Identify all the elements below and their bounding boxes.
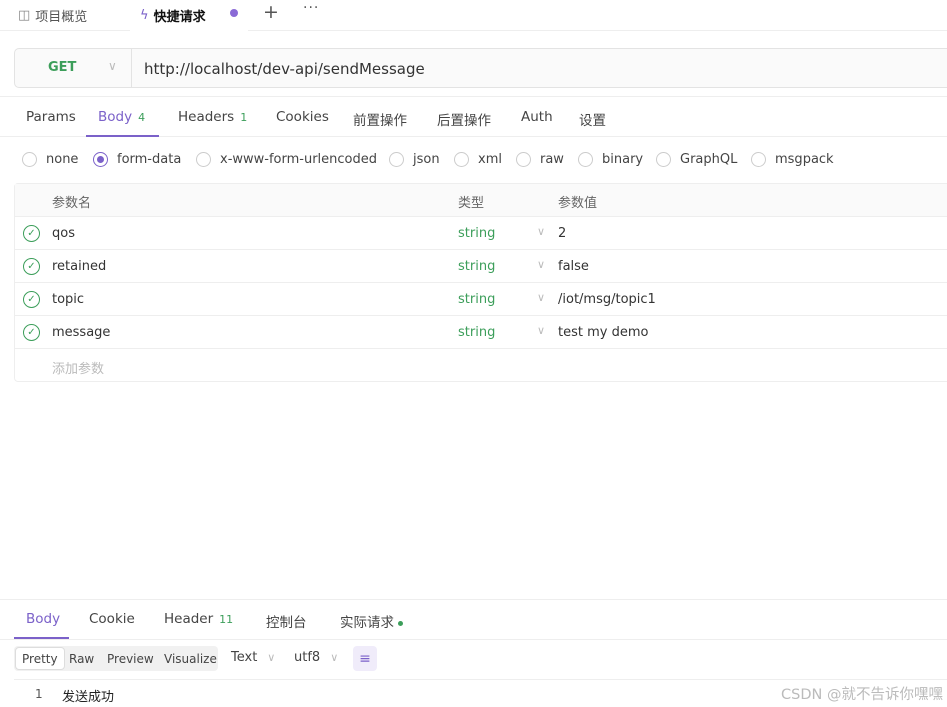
response-tab-actual-request[interactable]: 实际请求: [340, 611, 403, 631]
check-icon[interactable]: ✓: [23, 324, 40, 341]
method-label: GET: [48, 60, 77, 75]
tab-label: 项目概览: [35, 10, 88, 25]
tab-auth[interactable]: Auth: [521, 109, 553, 125]
chevron-down-icon[interactable]: ∨: [537, 225, 545, 238]
status-dot-icon: [398, 620, 403, 626]
radio-urlencoded[interactable]: x-www-form-urlencoded: [196, 152, 377, 167]
view-visualize[interactable]: Visualize: [158, 647, 223, 670]
count-badge: 11: [219, 613, 234, 626]
param-value[interactable]: /iot/msg/topic1: [558, 292, 656, 307]
tab-project-overview[interactable]: ◫ 项目概览: [18, 0, 87, 31]
chevron-down-icon: ∨: [267, 651, 276, 664]
line-number: 1: [35, 687, 43, 701]
unsaved-dot-icon: [230, 9, 238, 17]
check-icon[interactable]: ✓: [23, 258, 40, 275]
chevron-down-icon: ∨: [108, 59, 117, 73]
view-preview[interactable]: Preview: [101, 647, 160, 670]
response-tab-cookie[interactable]: Cookie: [89, 611, 135, 627]
tab-settings[interactable]: 设置: [579, 109, 606, 129]
check-icon[interactable]: ✓: [23, 291, 40, 308]
view-pretty[interactable]: Pretty: [15, 647, 65, 670]
code-text: 发送成功: [62, 690, 115, 705]
radio-json[interactable]: json: [389, 152, 440, 167]
table-row: ✓ qos string ∨ 2: [15, 217, 947, 250]
param-name[interactable]: topic: [52, 292, 84, 307]
view-mode-segmented: Pretty Raw Preview Visualize: [14, 646, 218, 671]
tab-cookies[interactable]: Cookies: [276, 109, 329, 125]
request-tabs: Params Body 4 Headers 1 Cookies 前置操作 后置操作 …: [0, 96, 947, 137]
add-tab-icon[interactable]: +: [263, 1, 279, 23]
word-wrap-icon[interactable]: ≡: [353, 646, 377, 671]
params-table: 参数名 类型 参数值 ✓ qos string ∨ 2 ✓ retained s…: [14, 183, 947, 382]
chevron-down-icon[interactable]: ∨: [537, 291, 545, 304]
encoding-select[interactable]: utf8 ∨: [294, 650, 338, 665]
overview-icon: ◫: [18, 8, 31, 23]
tab-body[interactable]: Body 4: [98, 109, 145, 125]
tab-quick-request[interactable]: ϟ 快捷请求: [130, 0, 248, 31]
check-icon[interactable]: ✓: [23, 225, 40, 242]
count-badge: 1: [240, 111, 248, 124]
radio-xml[interactable]: xml: [454, 152, 502, 167]
table-row: ✓ topic string ∨ /iot/msg/topic1: [15, 283, 947, 316]
response-tab-header[interactable]: Header 11: [164, 611, 233, 627]
param-value[interactable]: false: [558, 259, 589, 274]
param-type[interactable]: string: [458, 292, 495, 307]
radio-binary[interactable]: binary: [578, 152, 643, 167]
param-value[interactable]: 2: [558, 226, 566, 241]
radio-raw[interactable]: raw: [516, 152, 564, 167]
table-header: 参数名 类型 参数值: [15, 184, 947, 217]
watermark: CSDN @就不告诉你嘿嘿: [781, 687, 943, 703]
response-tab-console[interactable]: 控制台: [266, 611, 307, 631]
column-header-value: 参数值: [558, 196, 598, 211]
tab-headers[interactable]: Headers 1: [178, 109, 247, 125]
param-type[interactable]: string: [458, 226, 495, 241]
response-tabs: Body Cookie Header 11 控制台 实际请求: [0, 600, 947, 640]
url-input[interactable]: http://localhost/dev-api/sendMessage: [144, 60, 425, 78]
tab-post-processors[interactable]: 后置操作: [437, 109, 491, 129]
param-value[interactable]: test my demo: [558, 325, 648, 340]
tab-label: 快捷请求: [153, 10, 206, 25]
chevron-down-icon[interactable]: ∨: [537, 258, 545, 271]
lightning-icon: ϟ: [140, 8, 149, 23]
radio-none[interactable]: none: [22, 152, 78, 167]
radio-msgpack[interactable]: msgpack: [751, 152, 834, 167]
chevron-down-icon[interactable]: ∨: [537, 324, 545, 337]
param-name[interactable]: qos: [52, 226, 75, 241]
radio-form-data[interactable]: form-data: [93, 152, 181, 167]
active-tab-underline: [14, 637, 69, 639]
more-icon[interactable]: ···: [303, 0, 319, 16]
method-select[interactable]: GET ∨: [15, 49, 132, 87]
column-header-type: 类型: [458, 196, 485, 211]
param-name[interactable]: message: [52, 325, 110, 340]
param-type[interactable]: string: [458, 325, 495, 340]
table-row: ✓ message string ∨ test my demo: [15, 316, 947, 349]
radio-graphql[interactable]: GraphQL: [656, 152, 737, 167]
param-type[interactable]: string: [458, 259, 495, 274]
tab-pre-processors[interactable]: 前置操作: [353, 109, 407, 129]
response-tab-body[interactable]: Body: [26, 611, 60, 627]
tab-params[interactable]: Params: [26, 109, 76, 125]
count-badge: 4: [138, 111, 146, 124]
format-select[interactable]: Text ∨: [231, 650, 275, 665]
column-header-name: 参数名: [52, 196, 92, 211]
chevron-down-icon: ∨: [330, 651, 339, 664]
tab-bar: ◫ 项目概览 ϟ 快捷请求 + ···: [0, 0, 947, 31]
view-raw[interactable]: Raw: [63, 647, 100, 670]
param-name[interactable]: retained: [52, 259, 106, 274]
body-type-radios: none form-data x-www-form-urlencoded jso…: [0, 148, 947, 172]
url-bar: GET ∨ http://localhost/dev-api/sendMessa…: [14, 48, 947, 88]
table-row: ✓ retained string ∨ false: [15, 250, 947, 283]
active-tab-underline: [86, 135, 159, 137]
add-param-input[interactable]: 添加参数: [52, 358, 104, 377]
